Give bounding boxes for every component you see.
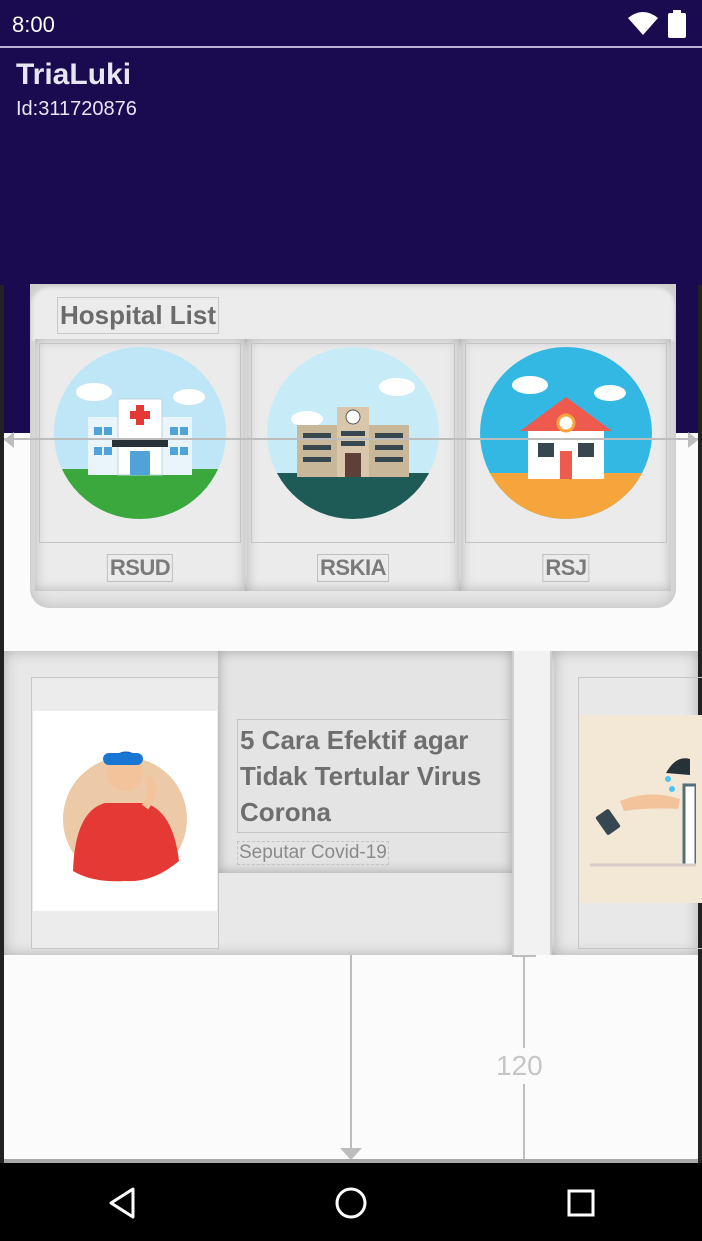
carousel-spacer (512, 651, 552, 955)
news-carousel[interactable]: 5 Cara Efektif agar Tidak Tertular Virus… (4, 651, 702, 955)
layout-guide-vertical (350, 955, 352, 1155)
hospital-building-icon (54, 347, 226, 519)
news-card[interactable] (554, 651, 702, 955)
navigation-bar (0, 1163, 702, 1241)
hospital-label: RSKIA (317, 554, 389, 582)
user-id: Id:311720876 (16, 98, 137, 120)
hospital-list-title: Hospital List (57, 297, 220, 334)
hospital-card-header: Hospital List (31, 285, 675, 341)
user-name: TriaLuki (16, 58, 132, 91)
home-icon[interactable] (331, 1183, 371, 1223)
battery-icon (668, 10, 686, 42)
coughing-person-illustration (33, 711, 217, 911)
news-category: Seputar Covid-19 (237, 841, 389, 865)
news-headline: 5 Cara Efektif agar Tidak Tertular Virus… (237, 719, 511, 833)
app-screen: 8:00 TriaLuki Id:311720876 Hospital List (0, 0, 702, 1241)
back-icon[interactable] (102, 1183, 142, 1223)
wifi-icon (628, 12, 658, 40)
layout-guide-horizontal (4, 438, 698, 440)
news-card[interactable]: 5 Cara Efektif agar Tidak Tertular Virus… (4, 651, 512, 955)
status-bar: 8:00 (0, 0, 702, 46)
status-time: 8:00 (12, 12, 55, 37)
hospital-item-rskia[interactable]: RSKIA (247, 339, 459, 591)
clinic-building-icon (267, 347, 439, 519)
recents-icon[interactable] (561, 1183, 601, 1223)
margin-measurement-label: 120 (494, 1048, 545, 1084)
hospital-label: RSJ (542, 554, 590, 582)
hospital-list-card: Hospital List RSUD RSKIA RSJ (31, 285, 675, 607)
hospital-grid: RSUD RSKIA RSJ (35, 339, 671, 591)
house-building-icon (480, 347, 652, 519)
guide-arrow-right-icon (688, 432, 698, 448)
guide-arrow-left-icon (4, 432, 14, 448)
profile-header: TriaLuki Id:311720876 (0, 48, 702, 285)
hospital-item-rsud[interactable]: RSUD (35, 339, 245, 591)
guide-tick (512, 955, 536, 957)
hand-sanitizer-illustration (580, 715, 702, 903)
hospital-label: RSUD (106, 554, 174, 582)
hospital-item-rsj[interactable]: RSJ (461, 339, 671, 591)
